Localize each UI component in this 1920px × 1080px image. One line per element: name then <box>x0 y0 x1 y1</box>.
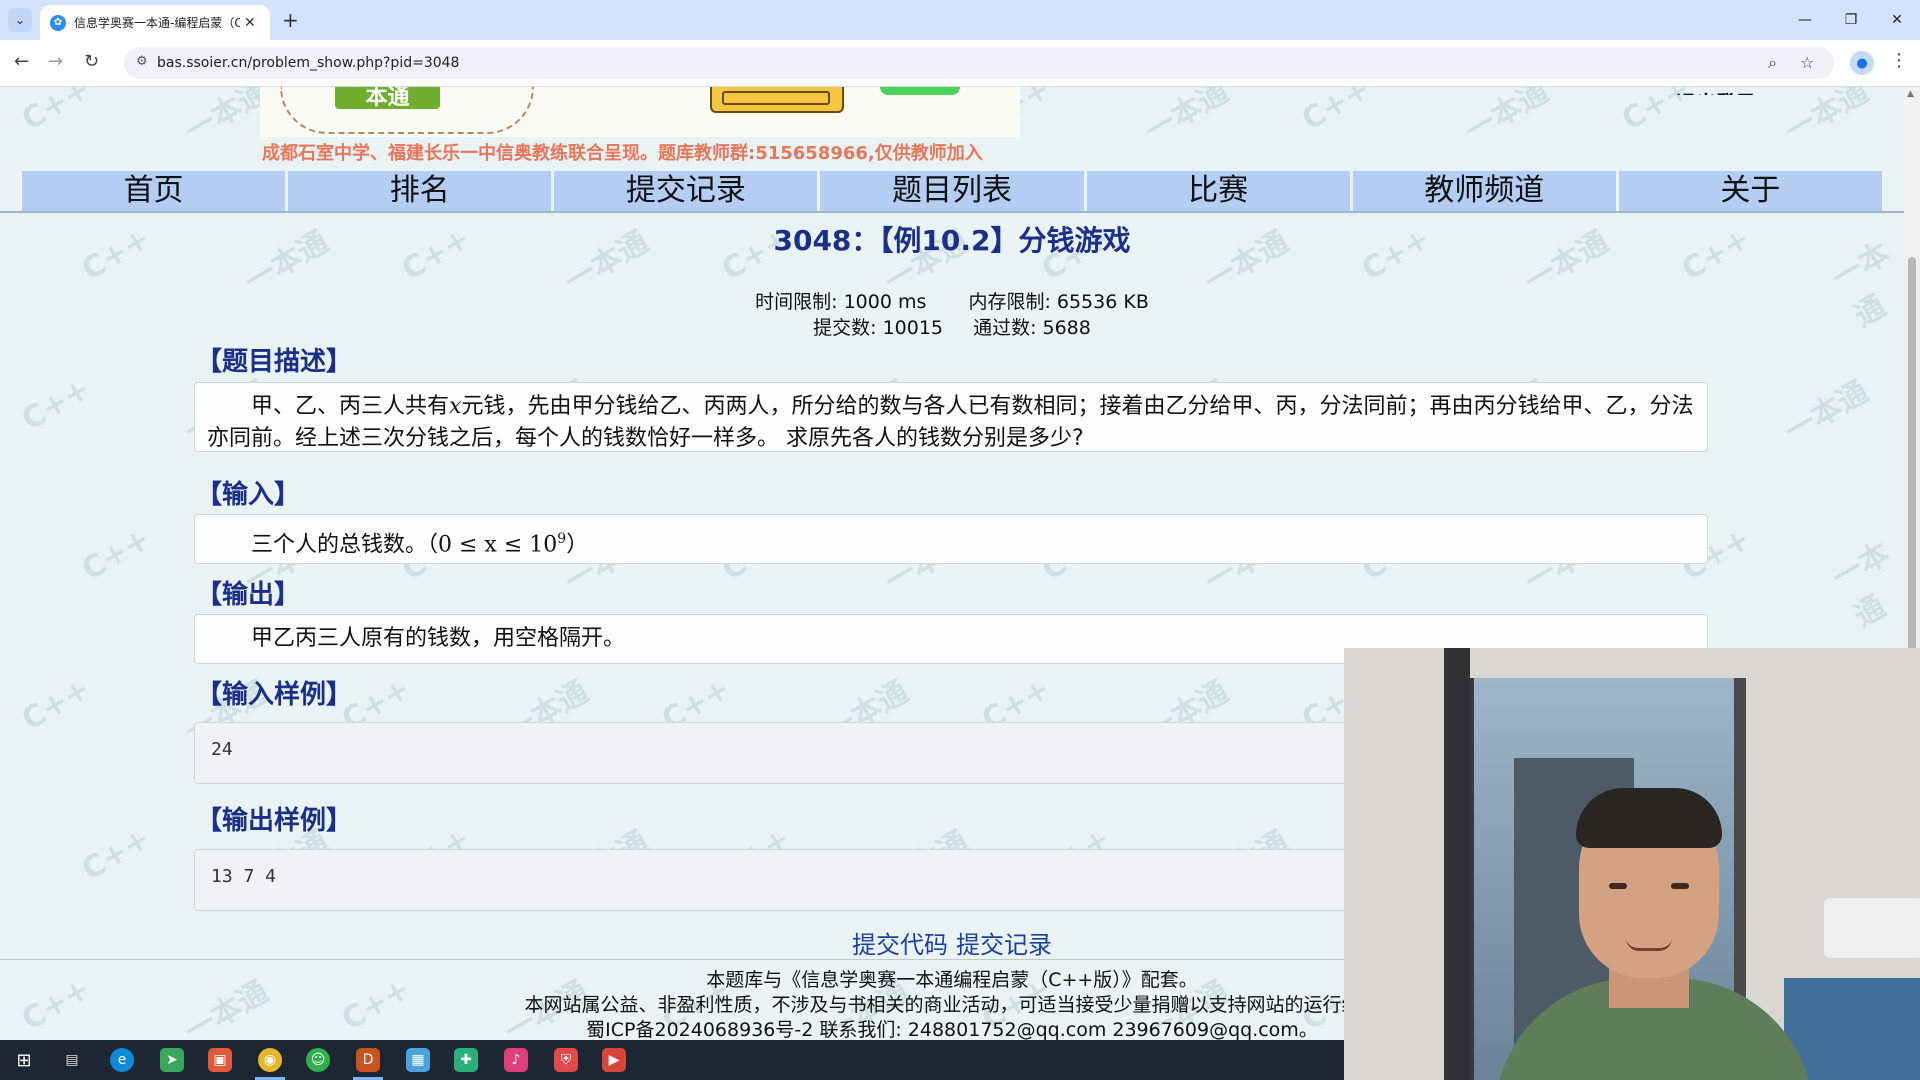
address-bar[interactable]: ⚙ bas.ssoier.cn/problem_show.php?pid=304… <box>124 47 1834 79</box>
banner-device-icon <box>710 87 844 113</box>
input-text: 三个人的总钱数。（0 ≤ x ≤ 109） <box>251 531 589 558</box>
new-tab-button[interactable]: + <box>282 8 299 32</box>
watermark-text: C++ <box>76 521 157 588</box>
webcam-shelf <box>1784 978 1920 1080</box>
watermark-text: 一本通 <box>1826 535 1896 635</box>
problem-limits: 时间限制: 1000 ms 内存限制: 65536 KB <box>0 287 1904 314</box>
nav-submissions[interactable]: 提交记录 <box>554 171 818 211</box>
description-text: 甲、乙、丙三人共有x元钱，先由甲分钱给乙、丙两人，所分给的数与各人已有数相同；接… <box>207 394 1694 451</box>
url-text[interactable]: bas.ssoier.cn/problem_show.php?pid=3048 <box>157 55 459 71</box>
input-heading: 【输入】 <box>196 480 301 510</box>
music-icon[interactable]: ♪ <box>504 1048 528 1072</box>
output-heading: 【输出】 <box>196 580 301 610</box>
wechat-icon[interactable]: ☺ <box>306 1048 330 1072</box>
reload-icon[interactable]: ↻ <box>84 51 99 72</box>
site-banner: 本通 <box>260 87 1020 137</box>
chrome-icon[interactable]: ◉ <box>258 1048 282 1072</box>
browser-tab-bar: ⌄ ✿ 信息学奥赛一本通-编程启蒙（C ✕ + — ❐ ✕ <box>0 0 1920 40</box>
send-icon[interactable]: ➤ <box>160 1048 184 1072</box>
memory-limit: 内存限制: 65536 KB <box>968 291 1149 313</box>
input-panel: 三个人的总钱数。（0 ≤ x ≤ 109） <box>194 514 1708 564</box>
slides-icon[interactable]: ▶ <box>602 1048 626 1072</box>
close-window-icon[interactable]: ✕ <box>1874 0 1920 40</box>
watermark-text: C++ <box>16 87 97 138</box>
webcam-overlay <box>1344 648 1920 1080</box>
sample-output-heading: 【输出样例】 <box>196 806 353 836</box>
bookmark-star-icon[interactable]: ☆ <box>1800 53 1814 72</box>
shield-icon[interactable]: ⛨ <box>554 1048 578 1072</box>
nav-teacher[interactable]: 教师频道 <box>1352 171 1616 211</box>
restore-icon[interactable]: ❐ <box>1828 0 1874 40</box>
watermark-text: C++ <box>16 671 97 738</box>
window-controls: — ❐ ✕ <box>1782 0 1920 40</box>
submit-code-link[interactable]: 提交代码 <box>852 931 948 959</box>
nav-contest[interactable]: 比赛 <box>1086 171 1350 211</box>
back-icon[interactable]: ← <box>14 51 29 72</box>
watermark-text: C++ <box>76 821 157 888</box>
watermark-text: 一本通 <box>1139 87 1235 150</box>
close-tab-icon[interactable]: ✕ <box>244 15 256 31</box>
main-nav: 首页 排名 提交记录 题目列表 比赛 教师频道 关于 <box>22 171 1882 211</box>
submission-count: 提交数: 10015 <box>813 317 944 339</box>
zoom-icon[interactable]: ⌕ <box>1768 53 1777 73</box>
nav-home[interactable]: 首页 <box>22 171 286 211</box>
watermark-text: 一本通 <box>1779 374 1875 450</box>
watermark-text: C++ <box>16 371 97 438</box>
nav-about[interactable]: 关于 <box>1618 171 1882 211</box>
webcam-air-conditioner <box>1824 898 1920 958</box>
banner-logo: 本通 <box>335 87 440 109</box>
windows-taskbar: ⊞ ▤ e ➤ ▣ ◉ ☺ D ▦ ✚ ♪ ⛨ ▶ <box>0 1040 1344 1080</box>
description-heading: 【题目描述】 <box>196 347 353 377</box>
site-notice: 成都石室中学、福建长乐一中信奥教练联合呈现。题库教师群:515658966,仅供… <box>262 143 983 164</box>
watermark-text: 一本通 <box>1779 87 1875 150</box>
calendar-icon[interactable]: ▦ <box>406 1048 430 1072</box>
sample-input-heading: 【输入样例】 <box>196 680 353 710</box>
nav-ranking[interactable]: 排名 <box>288 171 552 211</box>
logout-link[interactable]: 退出登录 <box>1676 87 1756 95</box>
problem-stats: 提交数: 10015 通过数: 5688 <box>0 313 1904 340</box>
profile-avatar-icon[interactable]: ● <box>1850 51 1874 75</box>
app-icon[interactable]: ✚ <box>454 1048 478 1072</box>
watermark-text: C++ <box>1296 87 1377 138</box>
page-title: 3048：【例10.2】分钱游戏 <box>773 224 1131 257</box>
office-icon[interactable]: ▣ <box>208 1048 232 1072</box>
forward-icon[interactable]: → <box>48 51 63 72</box>
start-icon[interactable]: ⊞ <box>12 1048 36 1072</box>
nav-divider <box>0 211 1904 213</box>
minimize-icon[interactable]: — <box>1782 0 1828 40</box>
edge-icon[interactable]: e <box>110 1048 134 1072</box>
site-favicon-icon: ✿ <box>50 14 66 31</box>
chevron-down-icon: ⌄ <box>14 13 26 27</box>
description-panel: 甲、乙、丙三人共有x元钱，先由甲分钱给乙、丙两人，所分给的数与各人已有数相同；接… <box>194 382 1708 452</box>
browser-tab-active[interactable]: ✿ 信息学奥赛一本通-编程启蒙（C ✕ <box>40 5 270 40</box>
site-info-icon[interactable]: ⚙ <box>136 54 148 69</box>
accepted-count: 通过数: 5688 <box>973 317 1091 339</box>
banner-green-shape <box>880 87 960 95</box>
watermark-text: 一本通 <box>1459 87 1555 150</box>
tab-title: 信息学奥赛一本通-编程启蒙（C <box>74 16 240 30</box>
dev-cpp-icon[interactable]: D <box>356 1048 380 1072</box>
tab-search-button[interactable]: ⌄ <box>8 8 32 32</box>
browser-toolbar: ← → ↻ ⚙ bas.ssoier.cn/problem_show.php?p… <box>0 40 1920 87</box>
more-menu-icon[interactable]: ⋮ <box>1890 50 1908 71</box>
nav-problem-list[interactable]: 题目列表 <box>820 171 1084 211</box>
scroll-up-arrow-icon[interactable]: ▲ <box>1907 89 1914 99</box>
task-view-icon[interactable]: ▤ <box>60 1048 84 1072</box>
submission-records-link[interactable]: 提交记录 <box>956 931 1052 959</box>
time-limit: 时间限制: 1000 ms <box>755 291 927 313</box>
